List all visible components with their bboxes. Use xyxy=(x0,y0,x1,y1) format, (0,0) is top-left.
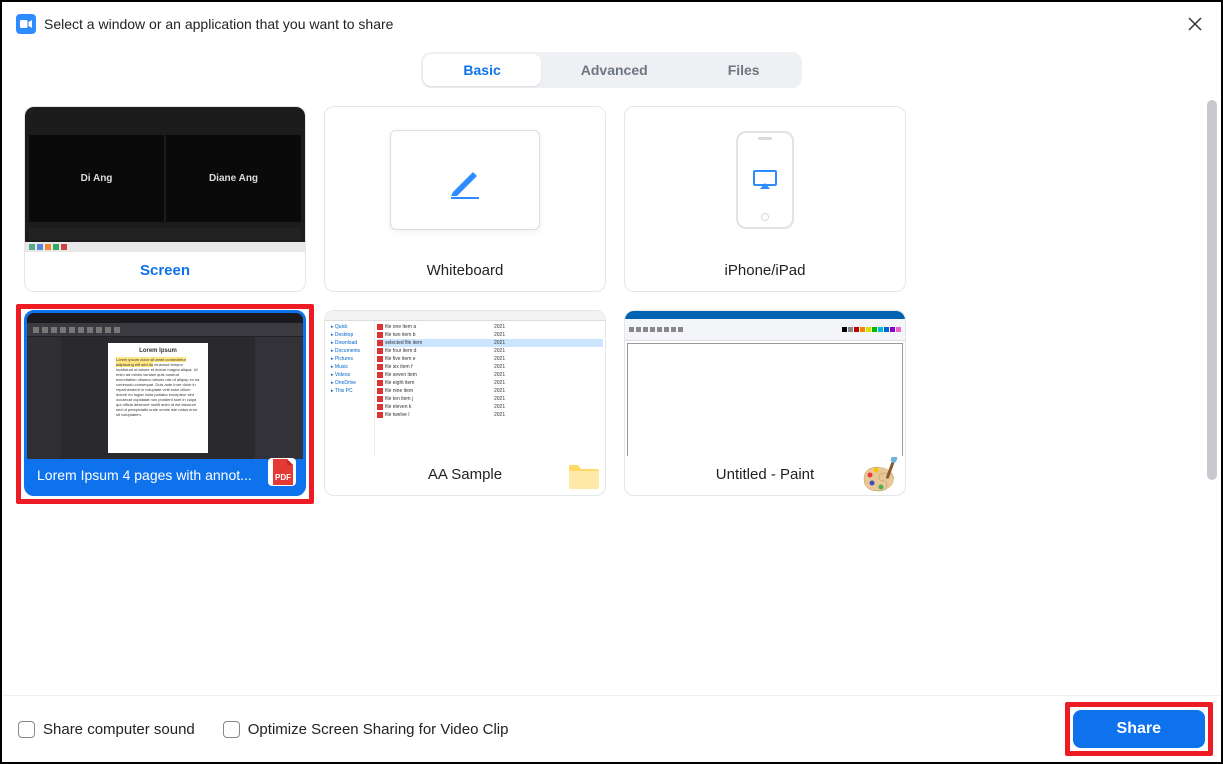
close-button[interactable] xyxy=(1183,12,1207,36)
explorer-thumbnail: ▸ Quick▸ Desktop▸ Download▸ Documents▸ P… xyxy=(325,311,605,456)
dialog-header: Select a window or an application that y… xyxy=(2,2,1221,46)
option-paint-window[interactable]: Untitled - Paint xyxy=(624,310,906,496)
option-label: Lorem Ipsum 4 pages with annot... xyxy=(37,467,293,483)
participant-tile: Diane Ang xyxy=(166,135,301,222)
scrollbar[interactable] xyxy=(1207,100,1217,480)
option-screen[interactable]: Di Ang Diane Ang Screen xyxy=(24,106,306,292)
optimize-video-checkbox[interactable]: Optimize Screen Sharing for Video Clip xyxy=(223,721,509,738)
pdf-thumbnail: Lorem Ipsum Lorem ipsum dolor sit amet c… xyxy=(27,313,303,459)
dialog-title: Select a window or an application that y… xyxy=(44,16,1183,32)
checkbox-label: Share computer sound xyxy=(43,721,195,738)
iphone-thumbnail xyxy=(625,107,905,252)
svg-text:PDF: PDF xyxy=(275,473,291,482)
dialog-footer: Share computer sound Optimize Screen Sha… xyxy=(2,695,1221,762)
paint-thumbnail xyxy=(625,311,905,456)
screen-thumbnail: Di Ang Diane Ang xyxy=(25,107,305,252)
tab-basic[interactable]: Basic xyxy=(423,54,540,86)
share-sound-checkbox[interactable]: Share computer sound xyxy=(18,721,195,738)
option-label: AA Sample xyxy=(325,456,605,495)
option-iphone-ipad[interactable]: iPhone/iPad xyxy=(624,106,906,292)
pdf-icon: PDF xyxy=(267,457,297,487)
option-label: iPhone/iPad xyxy=(625,252,905,291)
tab-files[interactable]: Files xyxy=(688,54,800,86)
zoom-icon xyxy=(16,14,36,34)
participant-tile: Di Ang xyxy=(29,135,164,222)
option-label: Whiteboard xyxy=(325,252,605,291)
option-pdf-window[interactable]: Lorem Ipsum Lorem ipsum dolor sit amet c… xyxy=(24,310,306,496)
checkbox-label: Optimize Screen Sharing for Video Clip xyxy=(248,721,509,738)
airplay-icon xyxy=(753,170,777,190)
palette-icon xyxy=(861,457,903,493)
option-label: Screen xyxy=(25,252,305,291)
tab-advanced[interactable]: Advanced xyxy=(541,54,688,86)
folder-icon xyxy=(567,461,601,491)
tabs: Basic Advanced Files xyxy=(2,52,1221,88)
whiteboard-thumbnail xyxy=(325,107,605,252)
option-explorer-window[interactable]: ▸ Quick▸ Desktop▸ Download▸ Documents▸ P… xyxy=(324,310,606,496)
tutorial-highlight xyxy=(1065,702,1213,756)
pen-icon xyxy=(445,160,485,200)
share-options-grid: Di Ang Diane Ang Screen Whiteboard xyxy=(6,106,1221,496)
option-whiteboard[interactable]: Whiteboard xyxy=(324,106,606,292)
